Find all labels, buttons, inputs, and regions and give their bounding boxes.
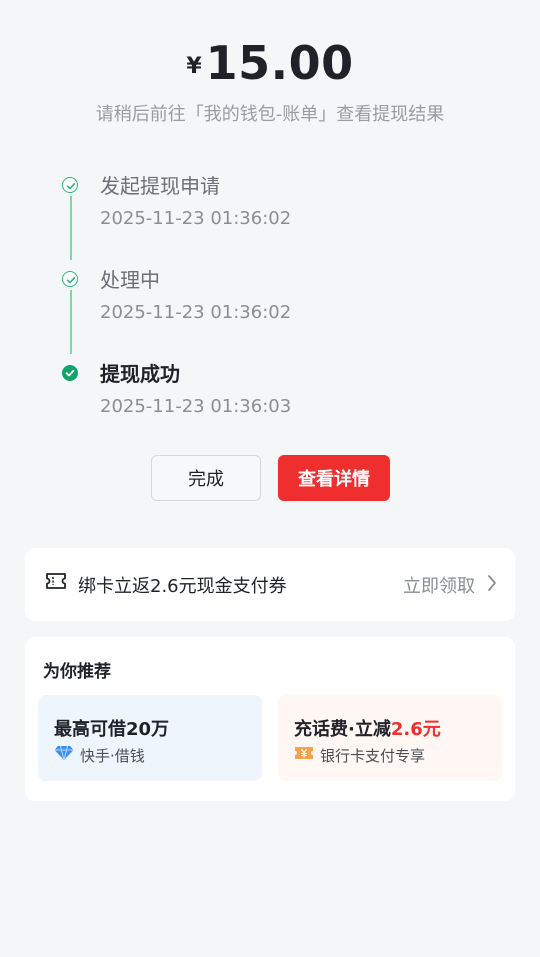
tile-subtitle: 快手·借钱 xyxy=(80,747,145,765)
step-time: 2025-11-23 01:36:02 xyxy=(100,302,292,323)
progress-timeline: 发起提现申请 2025-11-23 01:36:02 处理中 2025-11-2… xyxy=(60,168,480,450)
tile-title: 最高可借20万 xyxy=(54,719,170,740)
done-button[interactable]: 完成 xyxy=(151,455,261,501)
diamond-icon xyxy=(54,745,74,765)
check-icon xyxy=(62,177,78,193)
step-title: 发起提现申请 xyxy=(100,174,220,198)
view-details-button[interactable]: 查看详情 xyxy=(278,455,390,501)
check-filled-icon xyxy=(62,365,78,381)
step-time: 2025-11-23 01:36:02 xyxy=(100,208,292,229)
timeline-step: 发起提现申请 2025-11-23 01:36:02 xyxy=(60,168,480,262)
withdraw-amount: ¥15.00 xyxy=(0,36,540,90)
recommend-card: 为你推荐 最高可借20万 快手·借钱 充话费·立减2.6元 银行卡支付专享 xyxy=(25,637,515,801)
coupon-text: 绑卡立返2.6元现金支付券 xyxy=(78,576,287,597)
tile-title: 充话费·立减2.6元 xyxy=(294,719,441,740)
step-title: 提现成功 xyxy=(100,362,180,386)
tile-subtitle: 银行卡支付专享 xyxy=(320,747,426,765)
chevron-right-icon xyxy=(487,574,497,596)
loan-recommend-tile[interactable]: 最高可借20万 快手·借钱 xyxy=(38,695,262,781)
amount-value: 15.00 xyxy=(205,36,354,90)
step-title: 处理中 xyxy=(100,268,160,292)
timeline-step: 提现成功 2025-11-23 01:36:03 xyxy=(60,356,480,450)
recommend-heading: 为你推荐 xyxy=(43,662,111,682)
claim-link[interactable]: 立即领取 xyxy=(403,572,475,598)
timeline-step: 处理中 2025-11-23 01:36:02 xyxy=(60,262,480,356)
timeline-connector xyxy=(70,290,72,354)
topup-recommend-tile[interactable]: 充话费·立减2.6元 银行卡支付专享 xyxy=(278,695,502,781)
coupon-banner[interactable]: 绑卡立返2.6元现金支付券 立即领取 xyxy=(25,548,515,621)
step-time: 2025-11-23 01:36:03 xyxy=(100,396,292,417)
result-hint: 请稍后前往「我的钱包-账单」查看提现结果 xyxy=(95,104,445,125)
timeline-connector xyxy=(70,196,72,260)
ticket-icon xyxy=(45,572,67,594)
currency-symbol: ¥ xyxy=(186,54,202,79)
discount-amount: 2.6元 xyxy=(390,719,441,740)
coupon-icon xyxy=(294,745,314,765)
check-icon xyxy=(62,271,78,287)
